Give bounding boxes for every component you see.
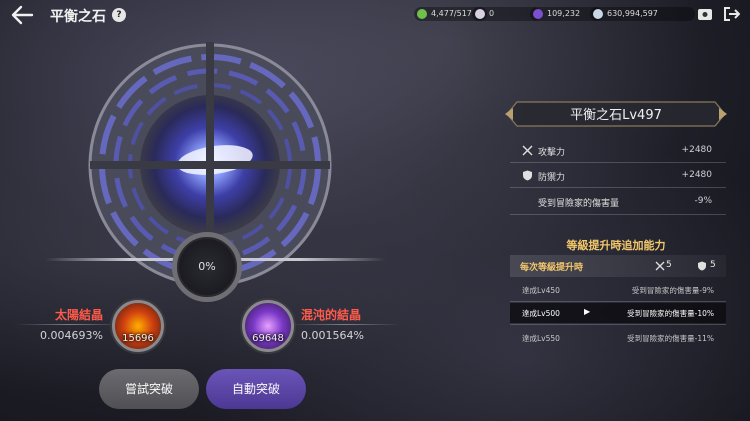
sun-crystal-percent: 0.004693% [40,329,103,342]
stat-defense: 防禦力 +2480 [520,167,716,185]
stat-damage-value: -9% [694,196,712,206]
chaos-crystal-icon[interactable] [242,300,294,352]
auto-breakthrough-button[interactable]: 自動突破 [206,369,306,409]
sun-underline [15,324,125,325]
pearl-icon [475,9,485,19]
per-level-defense: 5 [710,260,716,270]
stat-attack-label: 攻擊力 [538,148,566,158]
resource-pearl-value: 0 [489,9,495,18]
chaos-crystal-label: 混沌的結晶 [301,308,362,322]
page-title: 平衡之石 [50,9,106,25]
silver-coin-icon [593,9,603,19]
sword-icon [655,261,665,271]
chaos-crystal-percent: 0.001564% [301,329,364,342]
chaos-underline [290,324,400,325]
stat-damage-taken: 受到冒險家的傷害量 -9% [520,193,716,211]
stat-defense-value: +2480 [681,170,712,180]
milestone-level: 達成Lv450 [522,286,560,295]
resource-coin-value: 630,994,597 [607,9,658,18]
top-bar: 平衡之石 ? 4,477/517 0 109,232 630,994,597 [0,0,750,30]
level-title: 平衡之石Lv497 [570,108,662,123]
per-level-label: 每次等級提升時 [520,263,584,273]
shield-icon [698,261,706,271]
sun-crystal-label: 太陽結晶 [55,308,104,322]
level-milestone-row-active: 達成Lv500 ▶ 受到冒險家的傷害量-10% [510,303,726,323]
milestone-effect: 受到冒險家的傷害量-9% [631,286,714,295]
bonus-section-title: 等級提升時追加能力 [566,239,666,252]
resource-coin: 630,994,597 [590,7,695,21]
leaf-energy-icon [417,9,427,19]
milestone-effect: 受到冒險家的傷害量-10% [627,309,714,318]
current-arrow-icon: ▶ [584,307,591,316]
per-level-attack: 5 [666,260,672,270]
progress-indicator: 0% [172,232,242,302]
sun-crystal-count: 15696 [122,333,154,344]
stat-defense-label: 防禦力 [538,173,566,183]
shield-icon [523,170,532,181]
divider [510,187,726,188]
level-milestone-row: 達成Lv450 受到冒險家的傷害量-9% [510,280,726,300]
milestone-level: 達成Lv550 [522,334,560,343]
sun-crystal-icon[interactable] [112,300,164,352]
divider [510,162,726,163]
stat-attack: 攻擊力 +2480 [520,142,716,160]
try-breakthrough-button[interactable]: 嘗試突破 [99,369,199,409]
exit-icon[interactable] [724,7,740,21]
chaos-crystal-count: 69648 [252,333,284,344]
back-arrow-icon[interactable] [10,4,34,26]
resource-gem-value: 109,232 [547,9,581,18]
divider [510,301,726,302]
milestone-level: 達成Lv500 [522,309,560,318]
divider [510,324,726,325]
stat-attack-value: +2480 [681,145,712,155]
divider [510,214,726,215]
help-icon[interactable]: ? [112,8,126,22]
resource-energy-value: 4,477/517 [431,9,472,18]
milestone-effect: 受到冒險家的傷害量-11% [627,334,714,343]
mailbox-icon[interactable] [697,7,713,21]
stat-damage-label: 受到冒險家的傷害量 [538,199,620,209]
level-milestone-row: 達成Lv550 受到冒險家的傷害量-11% [510,328,726,348]
per-level-header: 每次等級提升時 5 5 [510,255,726,277]
sword-icon [522,145,533,156]
purple-gem-icon [533,9,543,19]
